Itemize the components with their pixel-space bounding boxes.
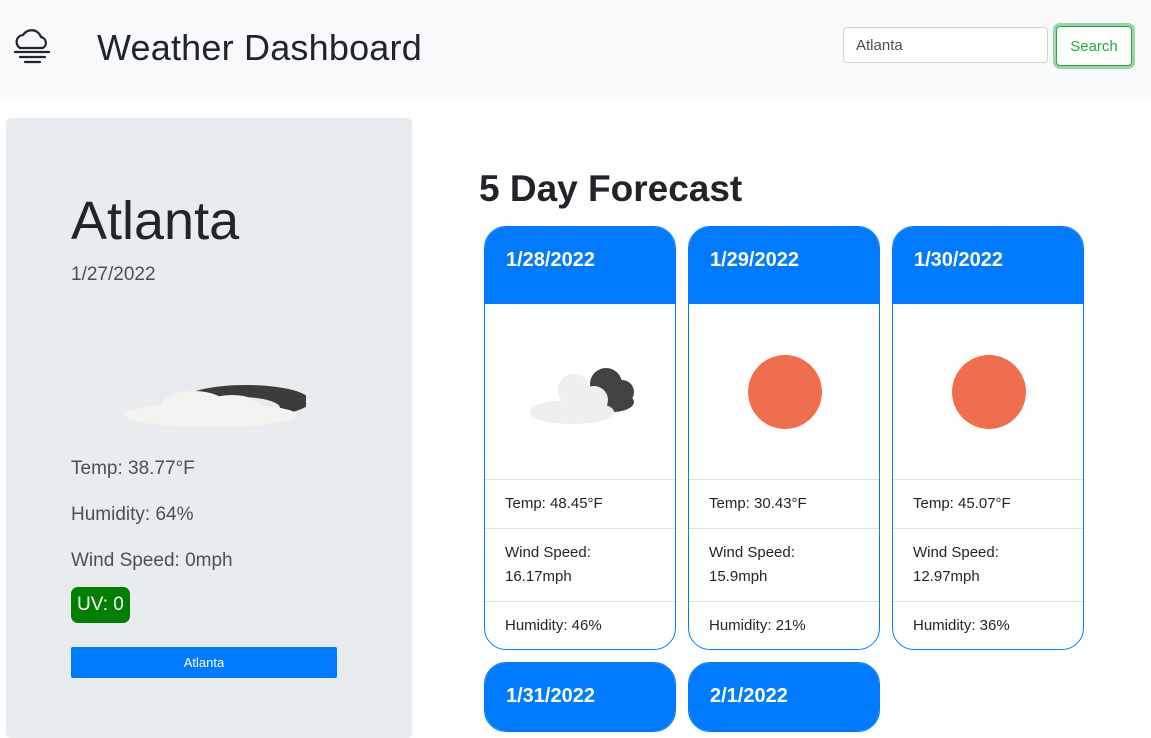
- forecast-temp: Temp: 45.07°F: [893, 480, 1083, 529]
- fog-cloud-icon: [13, 29, 51, 64]
- history-button-atlanta[interactable]: Atlanta: [71, 647, 337, 678]
- forecast-card: 1/31/2022: [484, 662, 676, 732]
- forecast-date: 1/30/2022: [893, 227, 1083, 304]
- city-name: Atlanta: [71, 191, 240, 251]
- forecast-card: 2/1/2022: [688, 662, 880, 732]
- partly-cloudy-night-icon: [125, 385, 306, 427]
- forecast-date: 1/31/2022: [485, 663, 675, 731]
- forecast-date: 1/29/2022: [689, 227, 879, 304]
- current-temp: Temp: 38.77°F: [71, 458, 195, 479]
- current-date: 1/27/2022: [71, 264, 156, 285]
- search-button[interactable]: Search: [1056, 26, 1132, 66]
- current-humidity: Humidity: 64%: [71, 504, 194, 525]
- uv-badge: UV: 0: [71, 587, 130, 623]
- current-wind: Wind Speed: 0mph: [71, 550, 233, 571]
- wind-label: Wind Speed:: [913, 544, 999, 561]
- wind-value: 16.17mph: [505, 568, 572, 585]
- forecast-date: 1/28/2022: [485, 227, 675, 304]
- forecast-card: 1/28/2022 Temp: 48.45°F Wind Speed: 16.17…: [484, 226, 676, 650]
- navbar: Weather Dashboard Search: [0, 0, 1151, 97]
- cloudy-icon: [530, 368, 634, 424]
- sun-icon: [748, 355, 822, 429]
- forecast-title: 5 Day Forecast: [479, 168, 743, 209]
- current-weather-panel: Atlanta 1/27/2022 Temp: 38.77°F Humidity…: [6, 118, 412, 738]
- forecast-card: 1/29/2022 Temp: 30.43°F Wind Speed: 15.9m…: [688, 226, 880, 650]
- forecast-date: 2/1/2022: [689, 663, 879, 731]
- search-input[interactable]: [843, 27, 1048, 63]
- sun-icon: [952, 355, 1026, 429]
- forecast-card: 1/30/2022 Temp: 45.07°F Wind Speed: 12.97…: [892, 226, 1084, 650]
- forecast-temp: Temp: 48.45°F: [485, 480, 675, 529]
- wind-value: 12.97mph: [913, 568, 980, 585]
- app-title: Weather Dashboard: [97, 27, 422, 68]
- wind-value: 15.9mph: [709, 568, 768, 585]
- forecast-temp: Temp: 30.43°F: [689, 480, 879, 529]
- wind-label: Wind Speed:: [505, 544, 591, 561]
- wind-label: Wind Speed:: [709, 544, 795, 561]
